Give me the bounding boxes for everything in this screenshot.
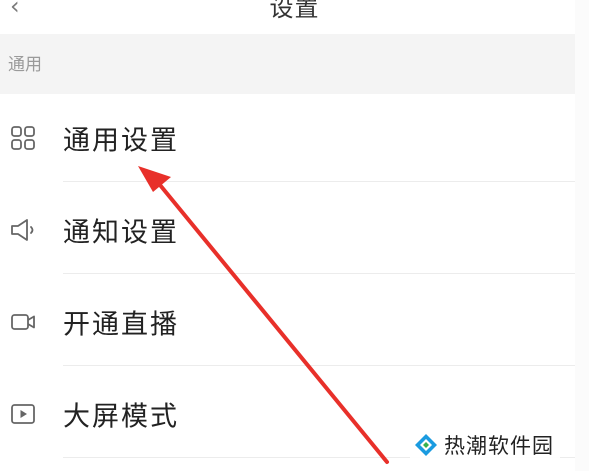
speaker-icon — [11, 219, 34, 241]
watermark: 热潮软件园 — [410, 428, 560, 462]
top-bar: ‹ 设置 — [0, 0, 589, 34]
divider — [63, 365, 575, 366]
grid-icon — [11, 126, 35, 150]
menu-item-label: 大屏模式 — [63, 401, 179, 433]
menu-item-general-settings[interactable]: 通用设置 — [0, 94, 575, 182]
menu-item-label: 通用设置 — [63, 125, 179, 157]
menu-item-start-live[interactable]: 开通直播 — [0, 278, 575, 366]
menu-item-notification-settings[interactable]: 通知设置 — [0, 186, 575, 274]
divider — [63, 273, 575, 274]
page-title: 设置 — [269, 0, 320, 22]
section-header: 通用 — [0, 34, 575, 94]
play-screen-icon — [11, 404, 35, 424]
video-camera-icon — [11, 314, 35, 330]
divider — [63, 181, 575, 182]
menu-item-label: 通知设置 — [63, 217, 179, 249]
watermark-logo-icon — [415, 434, 437, 456]
section-label: 通用 — [8, 55, 42, 75]
menu-item-label: 开通直播 — [63, 309, 179, 341]
watermark-text: 热潮软件园 — [444, 434, 554, 458]
right-edge — [575, 0, 589, 471]
